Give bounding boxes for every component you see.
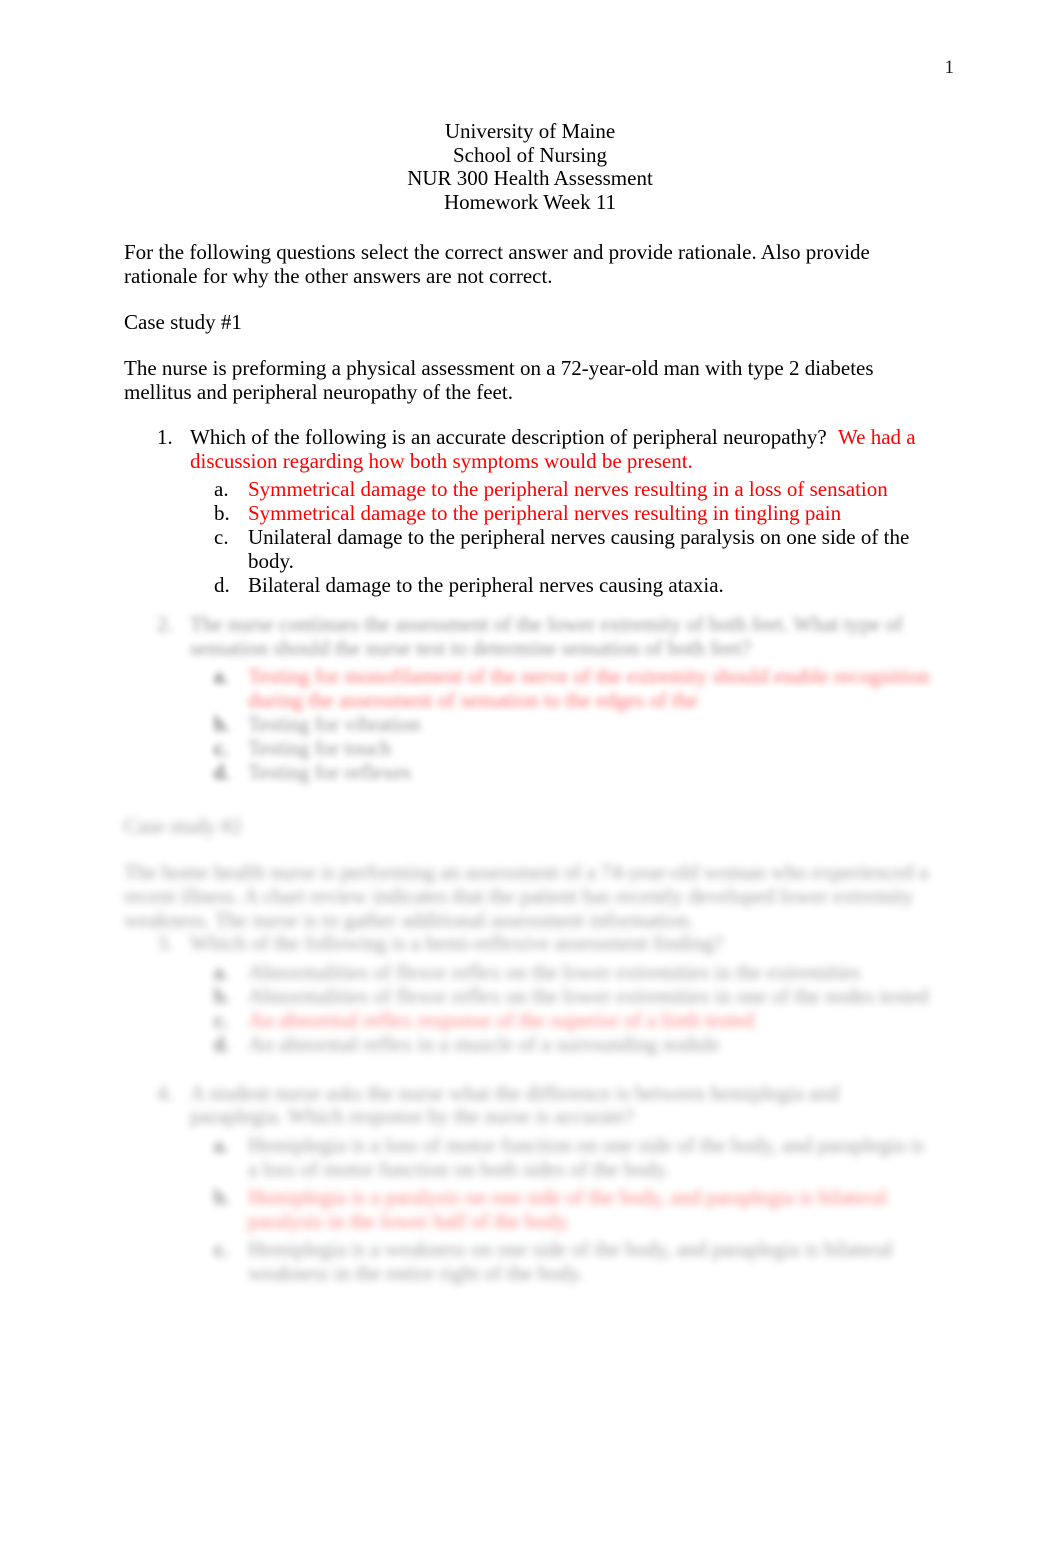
case-study-1-label: Case study #1 xyxy=(124,310,242,334)
option-d: d. Bilateral damage to the peripheral ne… xyxy=(190,573,936,597)
question-3-options: a. Abnormalities of flexor reflex on the… xyxy=(190,960,936,1056)
option-c-text: Testing for touch xyxy=(248,736,392,760)
option-b: b. Abnormalities of flexor reflex on the… xyxy=(190,984,936,1008)
option-a-letter: a. xyxy=(214,664,229,688)
option-d: d. Testing for reflexes xyxy=(190,760,936,784)
document-header: University of Maine School of Nursing NU… xyxy=(124,119,936,214)
question-1-stem: Which of the following is an accurate de… xyxy=(190,425,827,449)
question-1: 1. Which of the following is an accurate… xyxy=(124,425,936,597)
header-line-assignment: Homework Week 11 xyxy=(443,189,617,214)
option-c-letter: c. xyxy=(214,736,229,760)
question-4: 4. A student nurse asks the nurse what t… xyxy=(124,1080,936,1285)
option-c-text: Unilateral damage to the peripheral nerv… xyxy=(248,525,910,573)
option-d-text: Testing for reflexes xyxy=(248,760,411,784)
option-a-letter: a. xyxy=(214,959,229,984)
question-list-1: 1. Which of the following is an accurate… xyxy=(124,425,936,597)
option-b: b. Testing for vibration xyxy=(190,712,936,736)
option-c-text: An abnormal reflex response of the super… xyxy=(248,1007,755,1032)
question-2-options: a. Testing for monofilament of the nerve… xyxy=(190,664,936,784)
option-d: d. An abnormal reflex in a muscle of a s… xyxy=(190,1032,936,1056)
option-c: c. An abnormal reflex response of the su… xyxy=(190,1008,936,1032)
option-c-letter: c. xyxy=(214,525,229,549)
question-4-options: a. Hemiplegia is a loss of motor functio… xyxy=(190,1133,936,1285)
option-d-text: Bilateral damage to the peripheral nerve… xyxy=(248,573,724,597)
option-a-letter: a. xyxy=(214,1132,229,1157)
header-line-university: University of Maine xyxy=(444,119,616,143)
document-page: 1 University of Maine School of Nursing … xyxy=(0,0,1062,1561)
option-b-letter: b. xyxy=(214,712,230,736)
option-d-letter: d. xyxy=(214,1031,230,1056)
question-list-2-obscured: 2. The nurse continues the assessment of… xyxy=(124,612,936,784)
question-3-number: 3. xyxy=(157,931,173,955)
question-3-stem: Which of the following is a hemi-reflexi… xyxy=(190,931,724,955)
question-4-number: 4. xyxy=(157,1080,173,1105)
question-list-4-obscured: 4. A student nurse asks the nurse what t… xyxy=(124,1080,936,1285)
option-c: c. Hemiplegia is a weakness on one side … xyxy=(190,1237,936,1285)
instructions-paragraph: For the following questions select the c… xyxy=(124,240,870,288)
option-b-letter: b. xyxy=(214,1184,230,1209)
question-2: 2. The nurse continues the assessment of… xyxy=(124,612,936,784)
option-d-text: An abnormal reflex in a muscle of a surr… xyxy=(248,1031,720,1056)
page-number: 1 xyxy=(944,57,955,78)
option-a: a. Hemiplegia is a loss of motor functio… xyxy=(190,1133,936,1181)
option-c-text: Hemiplegia is a weakness on one side of … xyxy=(248,1236,893,1285)
document-content: University of Maine School of Nursing NU… xyxy=(124,119,936,1289)
case-study-1-description: The nurse is preforming a physical asses… xyxy=(124,356,874,404)
option-b-text: Symmetrical damage to the peripheral ner… xyxy=(248,501,842,525)
option-d-letter: d. xyxy=(214,760,230,784)
option-c-letter: c. xyxy=(214,1007,229,1032)
option-b-text: Testing for vibration xyxy=(248,712,421,736)
question-1-options: a. Symmetrical damage to the peripheral … xyxy=(190,477,936,597)
option-c: c. Testing for touch xyxy=(190,736,936,760)
option-c-letter: c. xyxy=(214,1236,229,1261)
question-2-number: 2. xyxy=(157,612,173,636)
option-b-letter: b. xyxy=(214,501,230,525)
option-b-letter: b. xyxy=(214,983,230,1008)
question-2-stem: The nurse continues the assessment of th… xyxy=(190,612,903,660)
option-b-text: Abnormalities of flexor reflex on the lo… xyxy=(248,983,929,1008)
case-study-2-block-obscured: Case study #2 The home health nurse is p… xyxy=(124,814,936,1285)
option-d-letter: d. xyxy=(214,573,230,597)
option-a-text: Symmetrical damage to the peripheral ner… xyxy=(248,477,888,501)
case-study-2-description: The home health nurse is performing an a… xyxy=(124,860,929,932)
option-a: a. Symmetrical damage to the peripheral … xyxy=(190,477,936,501)
case-study-2-label: Case study #2 xyxy=(124,814,242,838)
option-a-text: Testing for monofilament of the nerve of… xyxy=(248,664,930,712)
option-b: b. Symmetrical damage to the peripheral … xyxy=(190,501,936,525)
question-list-3-obscured: 3. Which of the following is a hemi-refl… xyxy=(124,931,936,1056)
option-a: a. Testing for monofilament of the nerve… xyxy=(190,664,936,712)
header-line-school: School of Nursing xyxy=(453,142,607,167)
option-b: b. Hemiplegia is a paralysis on one side… xyxy=(190,1185,936,1233)
option-a-text: Hemiplegia is a loss of motor function o… xyxy=(248,1132,925,1181)
question-3: 3. Which of the following is a hemi-refl… xyxy=(124,931,936,1056)
option-a-letter: a. xyxy=(214,477,229,501)
header-line-course: NUR 300 Health Assessment xyxy=(407,166,653,190)
option-b-text: Hemiplegia is a paralysis on one side of… xyxy=(248,1184,887,1233)
option-c: c. Unilateral damage to the peripheral n… xyxy=(190,525,936,573)
option-a-text: Abnormalities of flexor reflex on the lo… xyxy=(248,959,861,984)
question-1-number: 1. xyxy=(157,425,173,449)
option-a: a. Abnormalities of flexor reflex on the… xyxy=(190,960,936,984)
question-4-stem: A student nurse asks the nurse what the … xyxy=(190,1080,840,1128)
